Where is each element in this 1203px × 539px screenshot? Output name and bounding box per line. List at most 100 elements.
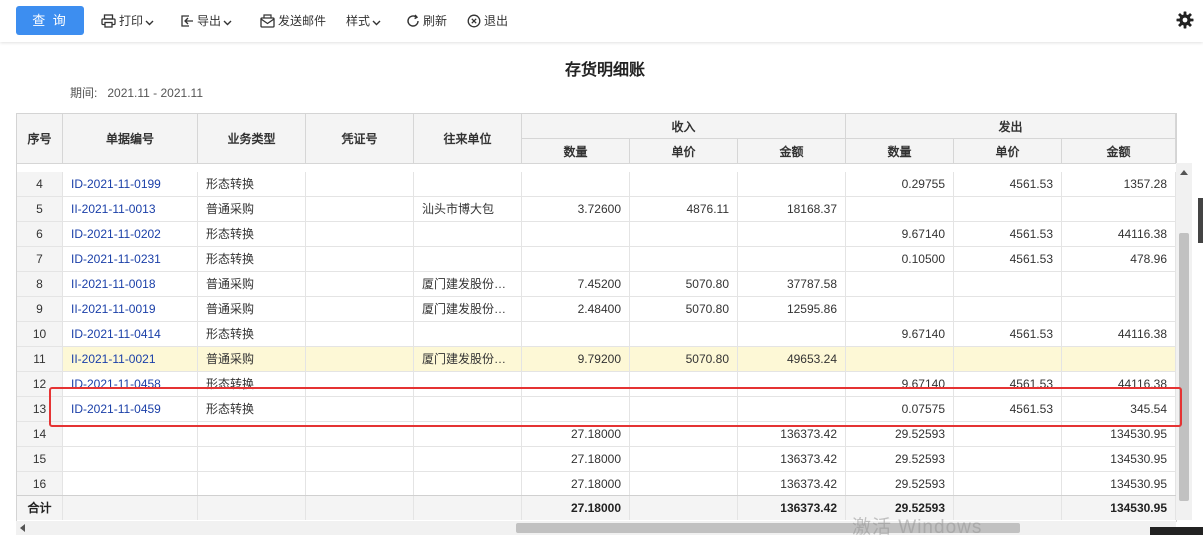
header-in-amount[interactable]: 金额 [738, 139, 846, 164]
row-out-amount: 478.96 [1062, 247, 1176, 271]
row-biz-type: 普通采购 [198, 197, 306, 221]
row-doc-link[interactable]: ID-2021-11-0414 [63, 322, 198, 346]
table-row[interactable]: 13 ID-2021-11-0459 形态转换 0.07575 4561.53 345.5… [17, 397, 1176, 422]
table-row[interactable]: 11II-2021-11-0021普通采购 厦门建发股份有限公司9.7920050… [17, 347, 1176, 372]
vertical-scroll-thumb[interactable] [1179, 233, 1189, 501]
style-button[interactable]: 样式 [346, 12, 381, 30]
table-row[interactable]: 15 27.18000 136373.42 29.52593 134530.95 [17, 447, 1176, 472]
row-out-amount: 44116.38 [1062, 222, 1176, 246]
row-doc-link[interactable]: II-2021-11-0021 [63, 347, 198, 371]
table-row[interactable]: 12 ID-2021-11-0458 形态转换 9.67140 4561.53 44116… [17, 372, 1176, 397]
query-button[interactable]: 查 询 [16, 6, 84, 35]
ledger-table: 序号 单据编号 业务类型 凭证号 往来单位 收入 发出 数量 单价 金额 数量 … [16, 113, 1177, 522]
row-out-amount [1062, 297, 1176, 321]
row-seq: 11 [17, 347, 63, 371]
row-doc-link[interactable]: ID-2021-11-0458 [63, 372, 198, 396]
row-out-amount: 345.54 [1062, 397, 1176, 421]
table-row[interactable]: 10 ID-2021-11-0414 形态转换 9.67140 4561.53 44116… [17, 322, 1176, 347]
row-out-qty [846, 197, 954, 221]
header-out-qty[interactable]: 数量 [846, 139, 954, 164]
row-partner [414, 247, 522, 271]
row-partner [414, 172, 522, 196]
row-biz-type: 形态转换 [198, 372, 306, 396]
row-in-price [630, 397, 738, 421]
send-mail-button[interactable]: 发送邮件 [260, 12, 326, 30]
row-partner [414, 447, 522, 471]
header-seq[interactable]: 序号 [17, 114, 63, 164]
row-voucher [306, 347, 414, 371]
table-header: 序号 单据编号 业务类型 凭证号 往来单位 收入 发出 数量 单价 金额 数量 … [17, 114, 1176, 164]
row-seq: 14 [17, 422, 63, 446]
row-in-price [630, 172, 738, 196]
row-biz-type: 形态转换 [198, 222, 306, 246]
total-cell [630, 496, 738, 520]
vertical-scrollbar[interactable] [1176, 163, 1192, 520]
table-row[interactable]: 4 ID-2021-11-0199 形态转换 0.29755 4561.53 1357.2… [17, 172, 1176, 197]
row-in-qty: 27.18000 [522, 472, 630, 496]
total-label: 合计 [17, 496, 63, 520]
row-doc-link[interactable]: ID-2021-11-0199 [63, 172, 198, 196]
row-out-qty [846, 297, 954, 321]
table-row[interactable]: 14 27.18000 136373.42 29.52593 134530.95 [17, 422, 1176, 447]
row-out-amount [1062, 347, 1176, 371]
row-seq: 5 [17, 197, 63, 221]
row-biz-type: 形态转换 [198, 322, 306, 346]
table-row[interactable]: 7 ID-2021-11-0231 形态转换 0.10500 4561.53 478.96 [17, 247, 1176, 272]
row-doc-link[interactable]: ID-2021-11-0459 [63, 397, 198, 421]
settings-button[interactable] [1176, 11, 1194, 32]
row-out-price [954, 447, 1062, 471]
print-button[interactable]: 打印 [101, 12, 154, 30]
row-seq: 16 [17, 472, 63, 496]
header-in-qty[interactable]: 数量 [522, 139, 630, 164]
row-partner [414, 422, 522, 446]
scroll-up-icon[interactable] [1180, 169, 1188, 175]
row-in-qty: 3.72600 [522, 197, 630, 221]
header-doc-no[interactable]: 单据编号 [63, 114, 198, 164]
total-cell [198, 496, 306, 520]
table-row[interactable]: 5 II-2021-11-0013 普通采购 汕头市博大包 3.72600 4876.11… [17, 197, 1176, 222]
table-row[interactable]: 16 27.18000 136373.42 29.52593 134530.95 [17, 472, 1176, 497]
header-voucher[interactable]: 凭证号 [306, 114, 414, 164]
scroll-left-icon[interactable] [19, 524, 25, 532]
gear-icon [1176, 11, 1194, 29]
row-in-qty [522, 372, 630, 396]
table-row[interactable]: 9II-2021-11-0019普通采购 厦门建发股份有限公司2.48400507… [17, 297, 1176, 322]
export-label: 导出 [197, 14, 222, 28]
row-doc-link[interactable]: ID-2021-11-0231 [63, 247, 198, 271]
row-out-amount: 44116.38 [1062, 372, 1176, 396]
row-out-qty: 9.67140 [846, 222, 954, 246]
row-out-price: 4561.53 [954, 172, 1062, 196]
chevron-down-icon [223, 20, 232, 26]
export-button[interactable]: 导出 [180, 12, 232, 30]
row-partner: 厦门建发股份有限公司 [414, 297, 522, 321]
row-out-qty: 9.67140 [846, 322, 954, 346]
row-in-qty [522, 247, 630, 271]
horizontal-scrollbar[interactable] [16, 521, 1176, 535]
row-doc-link[interactable]: II-2021-11-0018 [63, 272, 198, 296]
row-in-price: 5070.80 [630, 347, 738, 371]
chevron-down-icon [372, 20, 381, 26]
row-doc-link[interactable]: ID-2021-11-0202 [63, 222, 198, 246]
refresh-button[interactable]: 刷新 [406, 12, 447, 30]
export-icon [181, 15, 193, 27]
table-row[interactable]: 8II-2021-11-0018普通采购 厦门建发股份有限公司7.45200507… [17, 272, 1176, 297]
total-cell [63, 496, 198, 520]
row-seq: 8 [17, 272, 63, 296]
header-out-price[interactable]: 单价 [954, 139, 1062, 164]
row-out-price: 4561.53 [954, 222, 1062, 246]
header-biz-type[interactable]: 业务类型 [198, 114, 306, 164]
row-in-price: 5070.80 [630, 297, 738, 321]
chevron-down-icon [145, 20, 154, 26]
row-doc-link[interactable]: II-2021-11-0019 [63, 297, 198, 321]
period-info: 期间: 2021.11 - 2021.11 [70, 84, 203, 101]
header-in-price[interactable]: 单价 [630, 139, 738, 164]
exit-button[interactable]: 退出 [467, 12, 508, 30]
header-out-amount[interactable]: 金额 [1062, 139, 1176, 164]
row-partner [414, 222, 522, 246]
row-seq: 12 [17, 372, 63, 396]
row-biz-type: 普通采购 [198, 297, 306, 321]
row-out-qty [846, 347, 954, 371]
row-doc-link[interactable]: II-2021-11-0013 [63, 197, 198, 221]
header-partner[interactable]: 往来单位 [414, 114, 522, 164]
table-row[interactable]: 6 ID-2021-11-0202 形态转换 9.67140 4561.53 44116.… [17, 222, 1176, 247]
